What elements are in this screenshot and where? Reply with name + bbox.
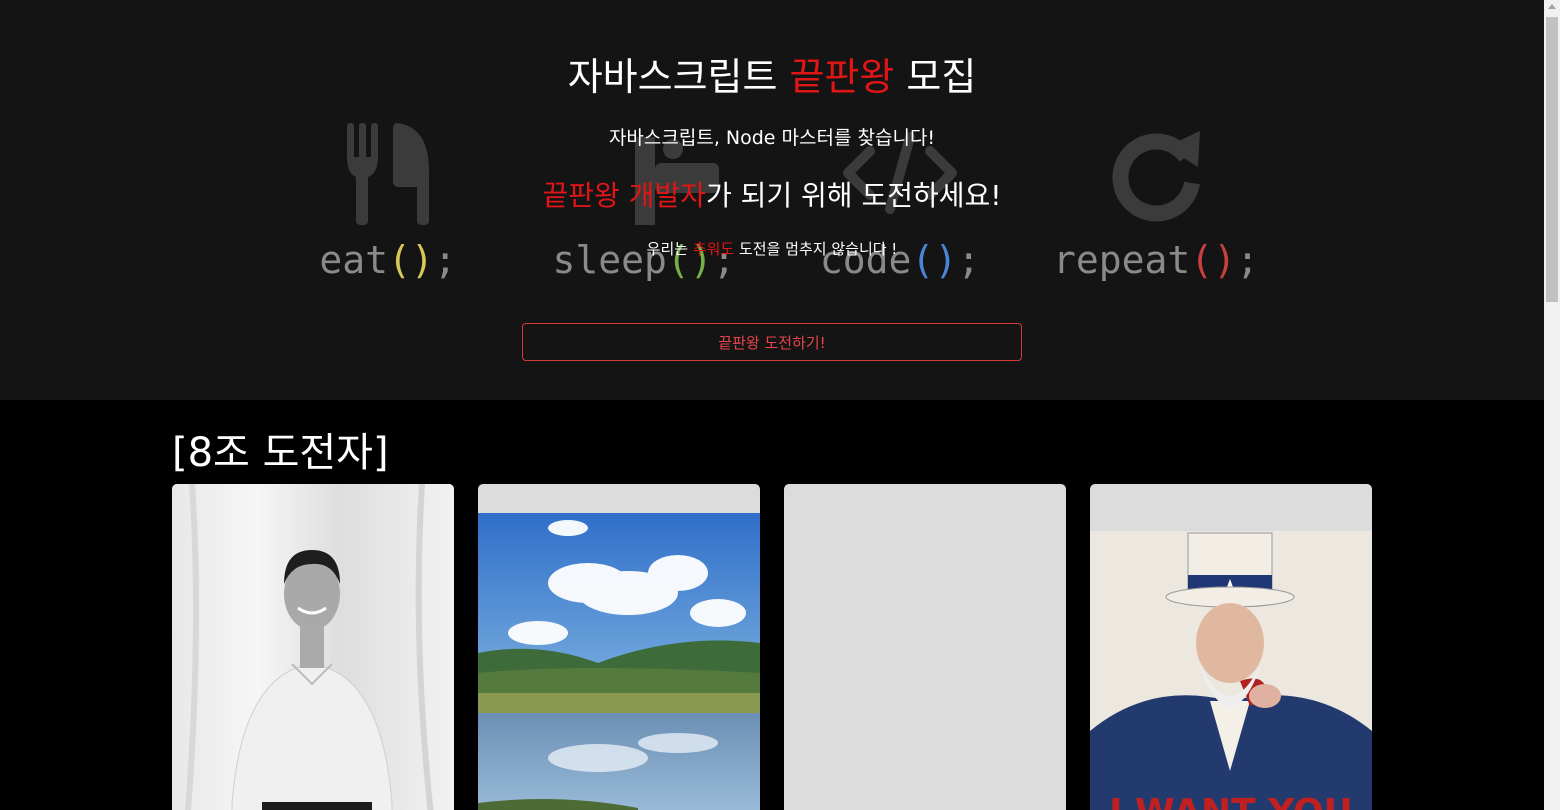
- landscape-photo: [478, 513, 760, 810]
- team-title: [8조 도전자]: [172, 430, 389, 476]
- scroll-thumb[interactable]: [1546, 17, 1558, 302]
- poster-photo: I WANT YOU: [1090, 531, 1372, 810]
- tagline-highlight: 추워도: [692, 240, 735, 258]
- title-highlight: 끝판왕: [789, 55, 895, 99]
- hero-challenge: 끝판왕 개발자가 되기 위해 도전하세요!: [543, 174, 1002, 214]
- member-card[interactable]: I WANT YOU: [1090, 484, 1372, 810]
- empty-photo: [784, 484, 1066, 810]
- tagline-suffix: 도전을 멈추지 않습니다 !: [734, 240, 898, 258]
- title-part2: 모집: [906, 55, 977, 99]
- scroll-up-arrow-icon[interactable]: [1548, 4, 1556, 9]
- hero-subtitle: 자바스크립트, Node 마스터를 찾습니다!: [608, 127, 936, 149]
- challenge-rest: 가 되기 위해 도전하세요!: [705, 179, 1002, 212]
- tagline-prefix: 우리는: [646, 240, 693, 258]
- hero-tagline: 우리는 추워도 도전을 멈추지 않습니다 !: [647, 238, 898, 259]
- member-card[interactable]: [478, 484, 760, 810]
- challenge-button[interactable]: 끝판왕 도전하기!: [522, 323, 1022, 361]
- member-card[interactable]: [172, 484, 454, 810]
- challenge-highlight: 끝판왕 개발자: [542, 179, 706, 212]
- page: eat(); sleep(); code(); repeat(); 자바스크립트…: [0, 0, 1560, 810]
- portrait-photo: [172, 484, 454, 810]
- svg-text:I WANT YOU: I WANT YOU: [1109, 792, 1353, 810]
- title-part1: 자바스크립트: [567, 55, 778, 99]
- vertical-scrollbar[interactable]: [1544, 0, 1560, 810]
- page-title: 자바스크립트 끝판왕 모집: [568, 46, 977, 101]
- member-cards: I WANT YOU: [172, 484, 1372, 810]
- member-card[interactable]: [784, 484, 1066, 810]
- hero-banner: eat(); sleep(); code(); repeat(); 자바스크립트…: [0, 0, 1544, 400]
- hero-content: 자바스크립트 끝판왕 모집 자바스크립트, Node 마스터를 찾습니다! 끝판…: [0, 0, 1544, 361]
